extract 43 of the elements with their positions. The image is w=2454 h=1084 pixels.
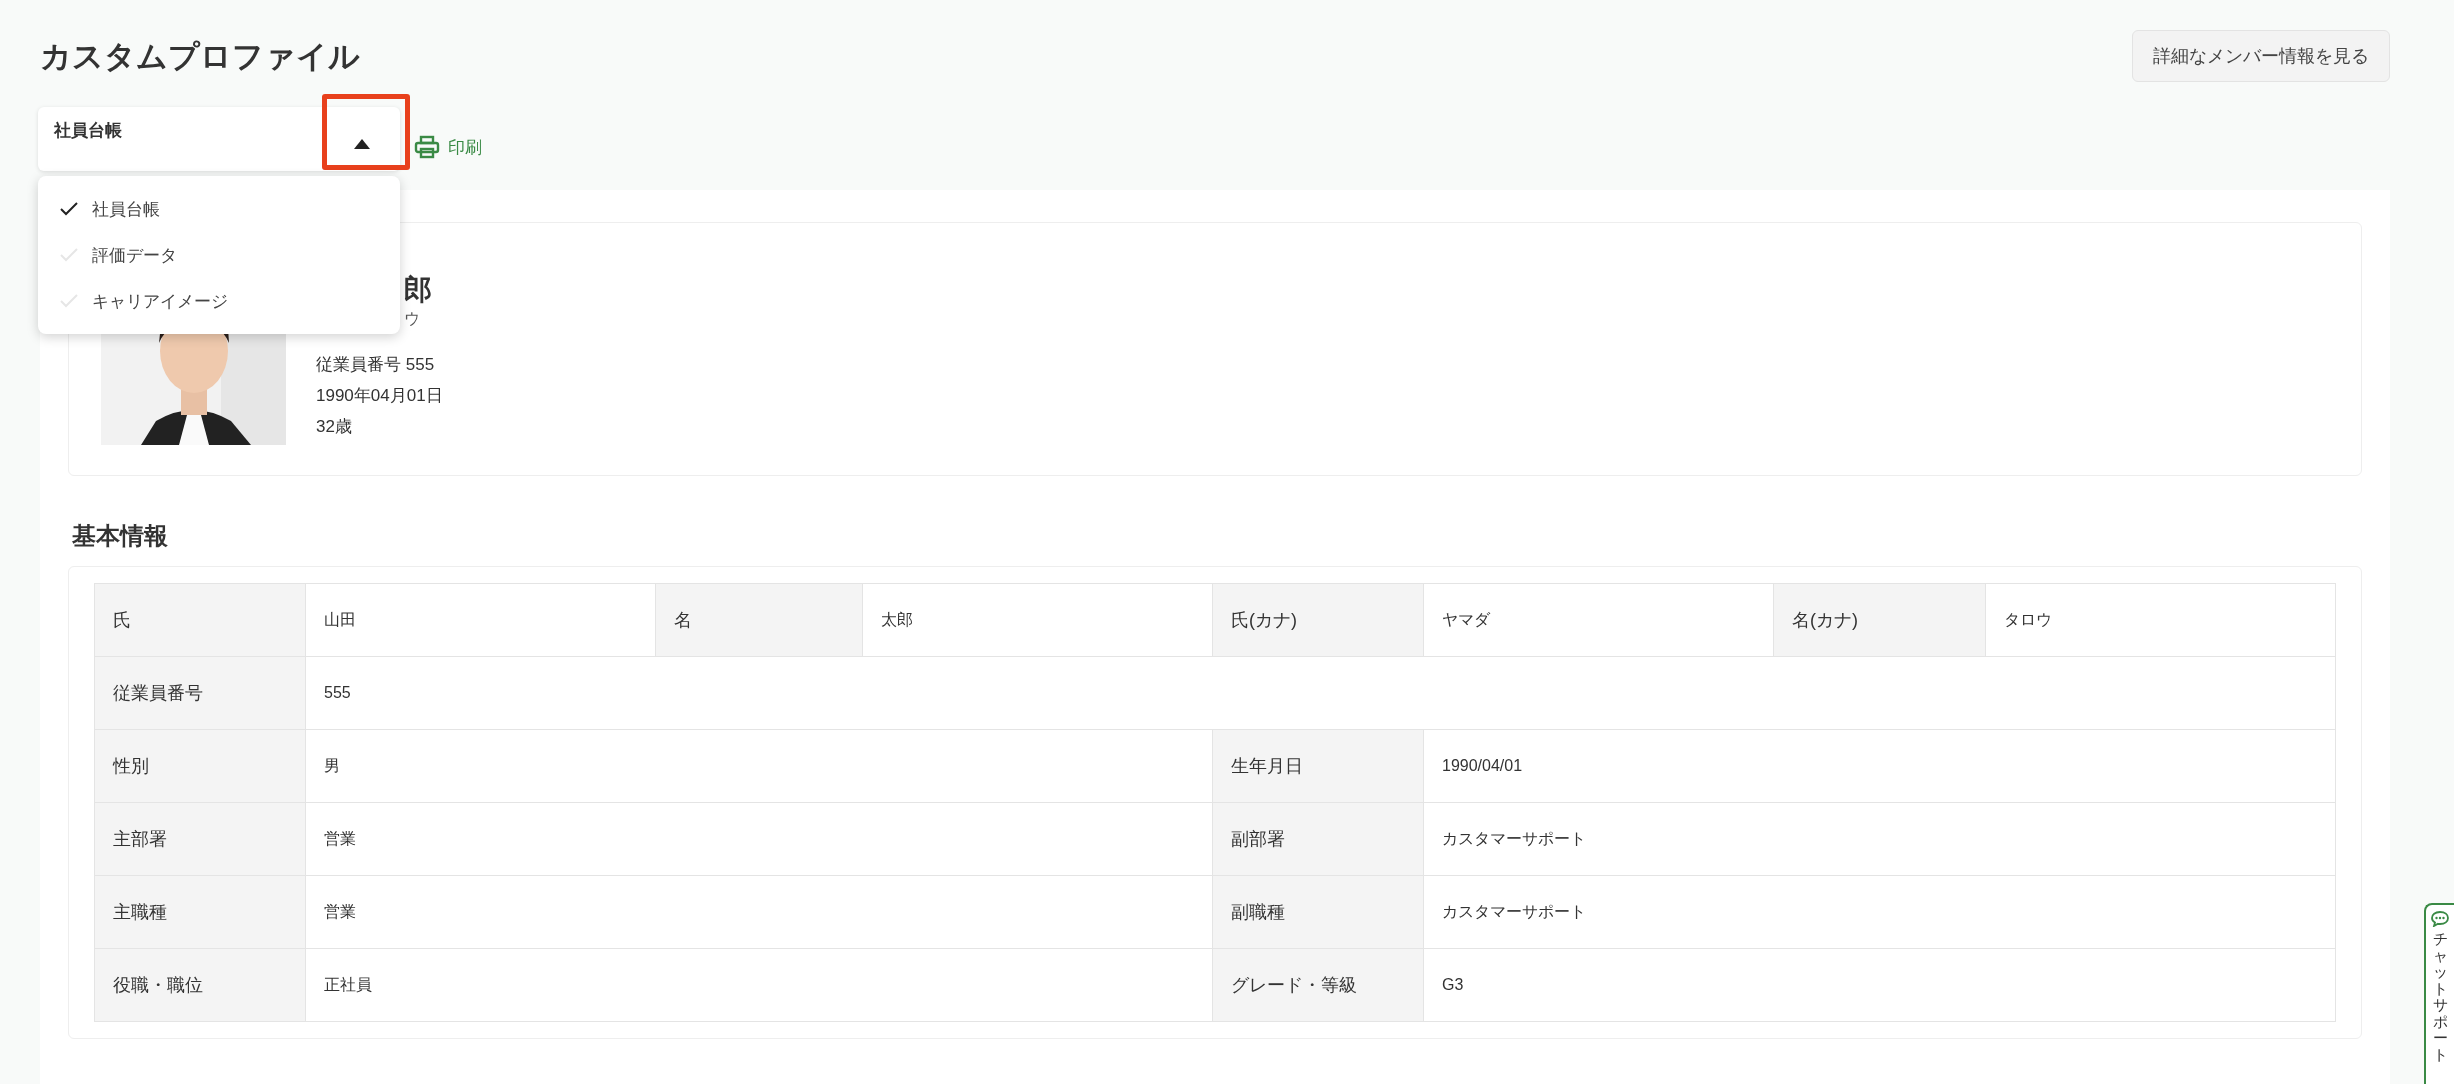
field-label: グレード・等級 (1212, 948, 1424, 1022)
field-value: 555 (305, 656, 2336, 730)
dropdown-option[interactable]: キャリアイメージ (38, 278, 400, 324)
detail-button[interactable]: 詳細なメンバー情報を見る (2132, 30, 2390, 82)
field-label: 副部署 (1212, 802, 1424, 876)
profile-dropdown[interactable]: 社員台帳 (38, 107, 400, 171)
profile-detail: 1990年04月01日 (316, 385, 443, 407)
field-label: 副職種 (1212, 875, 1424, 949)
field-value: 1990/04/01 (1423, 729, 2336, 803)
section-title: 基本情報 (72, 521, 169, 551)
field-label: 主部署 (94, 802, 306, 876)
dropdown-option[interactable]: 評価データ (38, 232, 400, 278)
field-label: 役職・職位 (94, 948, 306, 1022)
field-value: 山田 (305, 583, 656, 657)
dropdown-option[interactable]: 社員台帳 (38, 186, 400, 232)
field-label: 氏 (94, 583, 306, 657)
chat-support-tab[interactable]: チャットサポート (2424, 903, 2454, 1084)
printer-icon (414, 135, 440, 159)
chat-icon (2431, 911, 2449, 927)
field-label: 従業員番号 (94, 656, 306, 730)
field-value: 営業 (305, 875, 1213, 949)
field-value: 正社員 (305, 948, 1213, 1022)
field-value: 男 (305, 729, 1213, 803)
field-value: タロウ (1985, 583, 2336, 657)
caret-icon (354, 139, 370, 149)
field-label: 名 (655, 583, 863, 657)
field-value: 営業 (305, 802, 1213, 876)
field-value: G3 (1423, 948, 2336, 1022)
field-value: ヤマダ (1423, 583, 1774, 657)
employee-name: 郎 (404, 273, 433, 307)
field-value: 太郎 (862, 583, 1213, 657)
field-label: 生年月日 (1212, 729, 1424, 803)
field-value: カスタマーサポート (1423, 802, 2336, 876)
field-label: 性別 (94, 729, 306, 803)
employee-kana: ウ (404, 309, 421, 329)
field-label: 主職種 (94, 875, 306, 949)
field-label: 名(カナ) (1773, 583, 1986, 657)
print-link[interactable]: 印刷 (414, 135, 482, 159)
field-value: カスタマーサポート (1423, 875, 2336, 949)
profile-detail: 従業員番号 555 (316, 354, 436, 376)
field-label: 氏(カナ) (1212, 583, 1424, 657)
page-title: カスタムプロファイル (40, 38, 360, 76)
profile-detail: 32歳 (316, 416, 353, 438)
